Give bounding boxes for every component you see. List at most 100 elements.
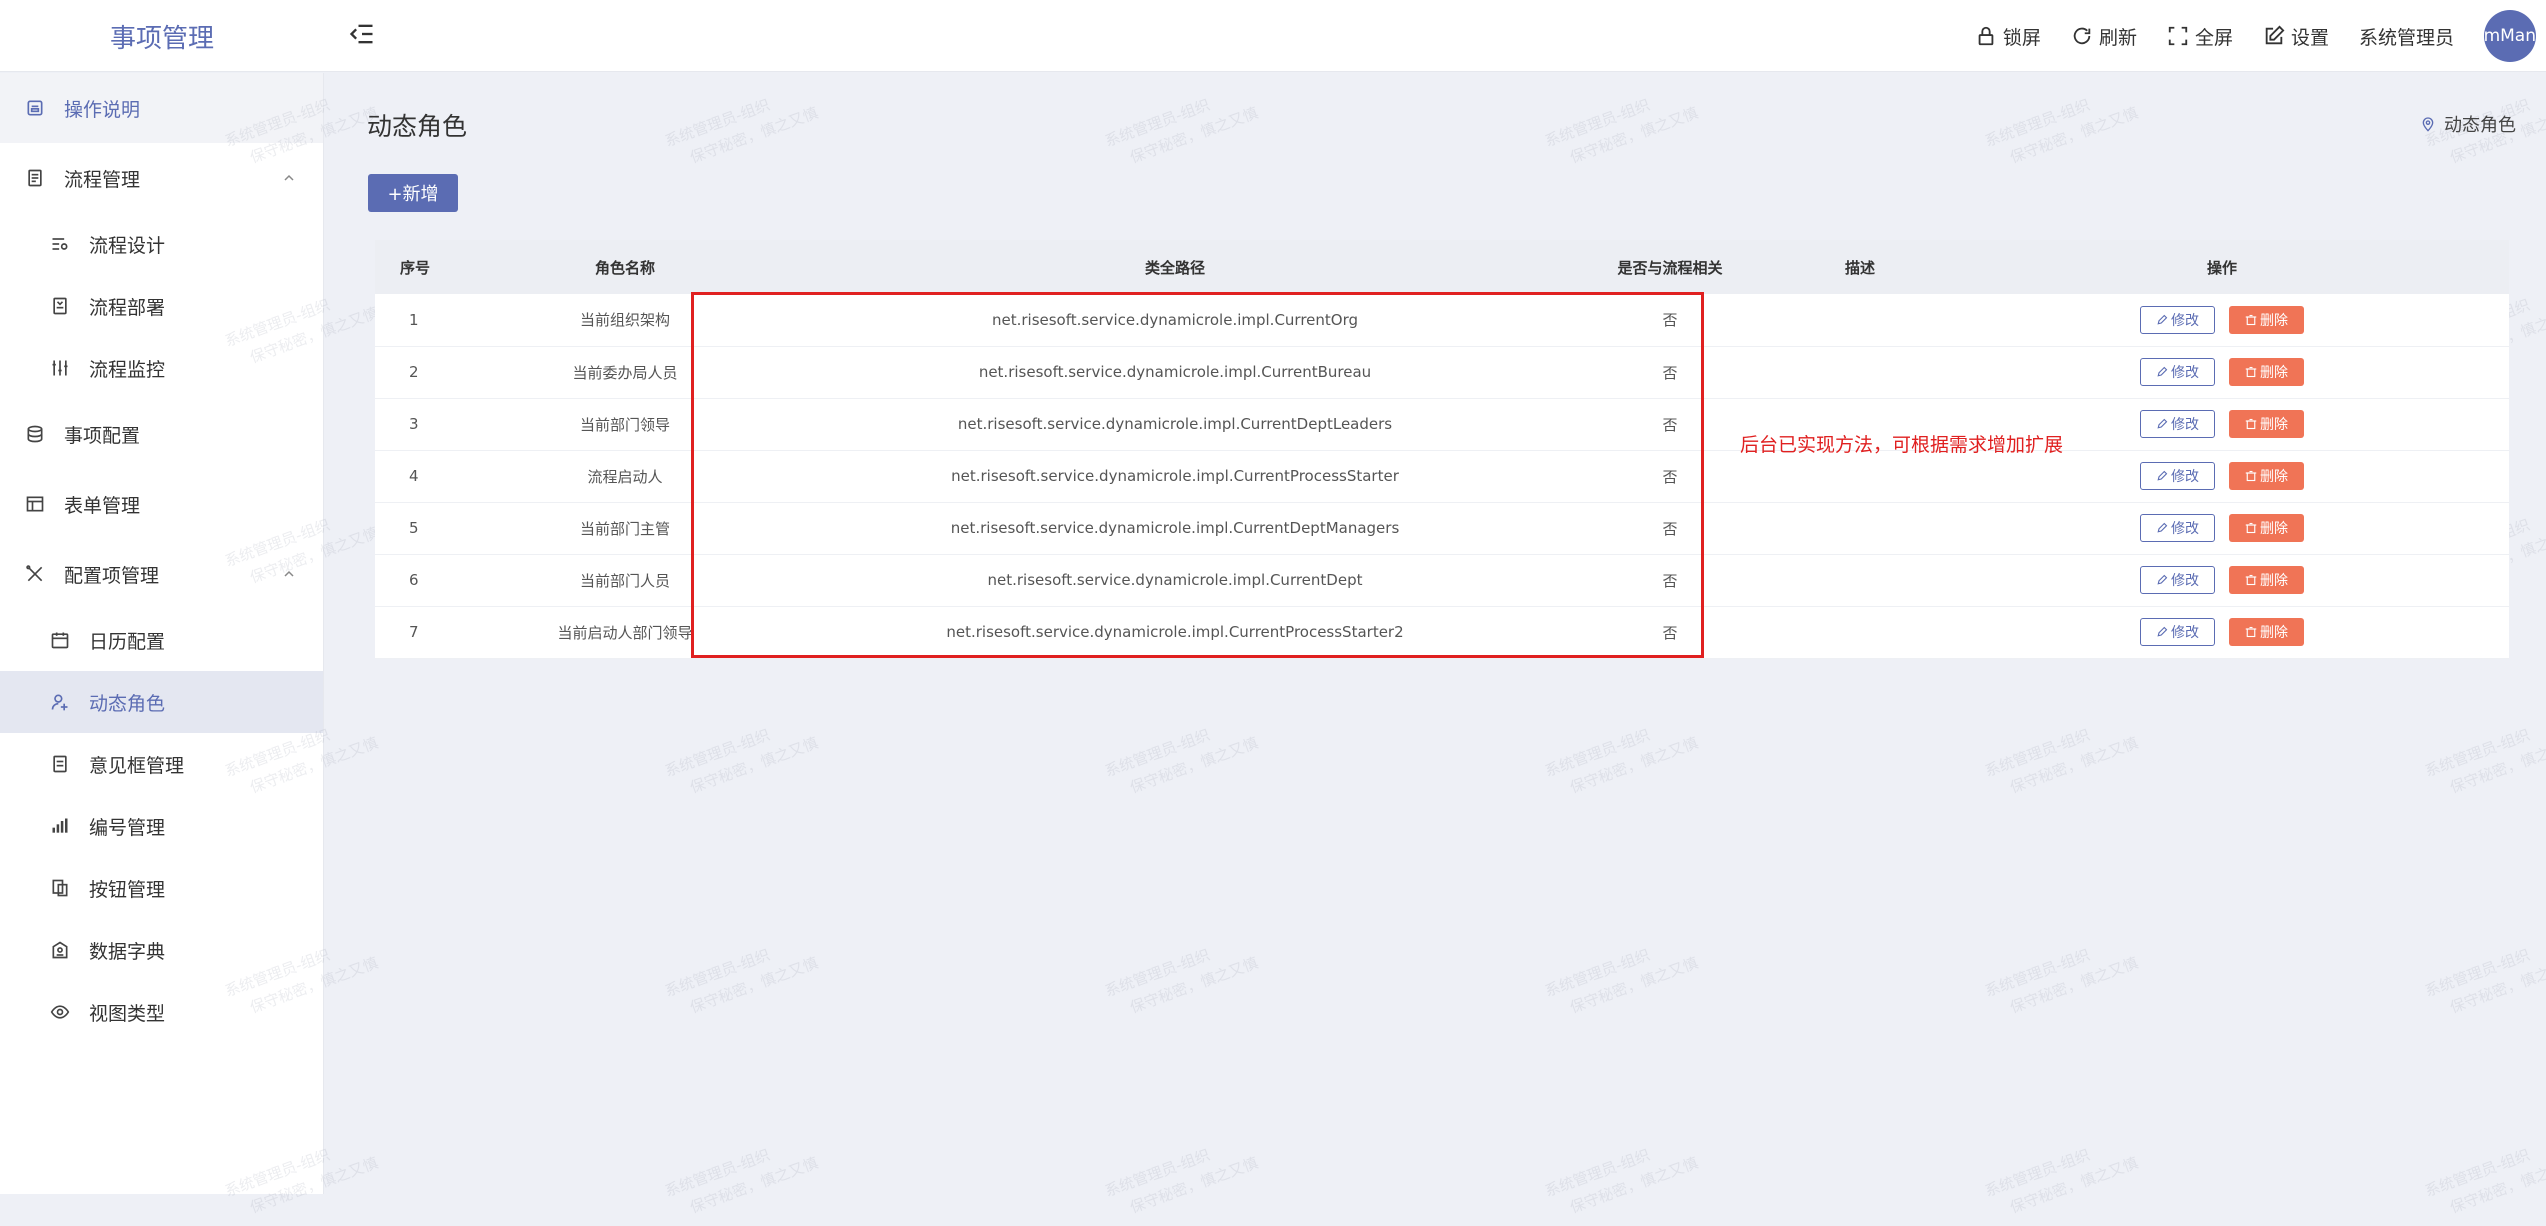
chevron-up-icon: [284, 174, 294, 181]
watermark-line: 系统管理员-组织: [1542, 945, 1653, 1001]
sidebar-item-button-management[interactable]: 按钮管理: [0, 857, 323, 919]
edit-label: 修改: [2171, 365, 2199, 381]
clipboard-icon: [24, 167, 46, 189]
sidebar-item-process-design[interactable]: 流程设计: [0, 213, 323, 275]
watermark-line: 保守秘密，慎之又慎: [2007, 1153, 2141, 1217]
watermark-line: 系统管理员-组织: [1542, 725, 1653, 781]
table-header-row: 序号 角色名称 类全路径 是否与流程相关 描述 操作: [375, 240, 2509, 294]
sidebar-item-process-deploy[interactable]: 流程部署: [0, 275, 323, 337]
watermark-text: 系统管理员-组织保守秘密，慎之又慎: [2421, 1128, 2546, 1225]
page-title: 动态角色: [367, 112, 468, 141]
delete-button[interactable]: 删除: [2229, 514, 2304, 542]
cell-no: 6: [409, 571, 419, 589]
edit-button[interactable]: 修改: [2140, 305, 2215, 334]
cell-role-name: 当前部门领导: [579, 415, 670, 434]
refresh-button[interactable]: 刷新: [2071, 23, 2137, 50]
fullscreen-button[interactable]: 全屏: [2167, 23, 2233, 50]
watermark-line: 保守秘密，慎之又慎: [2007, 953, 2141, 1017]
annotation-note: 后台已实现方法，可根据需求增加扩展: [1740, 434, 2064, 456]
trash-icon: [2245, 366, 2257, 378]
pencil-icon: [2157, 522, 2168, 533]
sidebar-item-opinion-box[interactable]: 意见框管理: [0, 733, 323, 795]
bar-chart-icon: [49, 815, 71, 837]
cell-class-path: net.risesoft.service.dynamicrole.impl.Cu…: [946, 623, 1404, 641]
watermark-text: 系统管理员-组织保守秘密，慎之又慎: [1981, 78, 2141, 175]
cell-description: [1785, 450, 1935, 502]
sidebar-item-config-management[interactable]: 配置项管理: [0, 539, 323, 609]
sidebar-item-matter-config[interactable]: 事项配置: [0, 399, 323, 469]
refresh-label: 刷新: [2098, 26, 2137, 49]
sidebar-item-view-type[interactable]: 视图类型: [0, 981, 323, 1043]
column-header-class-path: 类全路径: [1144, 258, 1205, 277]
trash-icon: [2245, 574, 2257, 586]
delete-button[interactable]: 删除: [2229, 305, 2304, 334]
delete-label: 删除: [2260, 625, 2288, 641]
cell-description: [1785, 294, 1935, 346]
cell-actions: 修改 删除: [1935, 346, 2509, 398]
edit-button[interactable]: 修改: [2140, 410, 2215, 438]
header-actions: 锁屏 刷新 全屏 设置 系统管理员 SystemMan: [1975, 0, 2546, 72]
cell-actions: 修改 删除: [1935, 554, 2509, 606]
delete-button[interactable]: 删除: [2229, 462, 2304, 490]
table-icon: [24, 493, 46, 515]
monitor-icon: [49, 357, 71, 379]
table-row: 5 当前部门主管 net.risesoft.service.dynamicrole.…: [375, 502, 2509, 554]
edit-button[interactable]: 修改: [2140, 358, 2215, 386]
calendar-icon: [49, 629, 71, 651]
watermark-line: 系统管理员-组织: [2422, 725, 2533, 781]
watermark-line: 系统管理员-组织: [1982, 725, 2093, 781]
sidebar-item-label: 事项配置: [64, 424, 141, 447]
trash-icon: [2245, 470, 2257, 482]
document-icon: [24, 97, 46, 119]
sidebar-item-data-dictionary[interactable]: 数据字典: [0, 919, 323, 981]
edit-button[interactable]: 修改: [2140, 462, 2215, 490]
sidebar-item-number-management[interactable]: 编号管理: [0, 795, 323, 857]
trash-icon: [2245, 418, 2257, 430]
cell-description: [1785, 606, 1935, 658]
delete-button[interactable]: 删除: [2229, 566, 2304, 594]
watermark-text: 系统管理员-组织保守秘密，慎之又慎: [1101, 1128, 1261, 1225]
cell-class-path: net.risesoft.service.dynamicrole.impl.Cu…: [950, 519, 1400, 537]
edit-button[interactable]: 修改: [2140, 618, 2215, 646]
sidebar-item-label: 流程管理: [64, 168, 141, 191]
lock-screen-button[interactable]: 锁屏: [1975, 23, 2041, 50]
sidebar-item-label: 表单管理: [64, 494, 141, 517]
user-name[interactable]: 系统管理员: [2359, 23, 2454, 50]
cell-role-name: 当前启动人部门领导: [557, 623, 693, 642]
watermark-line: 保守秘密，慎之又慎: [2007, 103, 2141, 167]
sidebar-item-label: 动态角色: [89, 692, 166, 715]
watermark-text: 系统管理员-组织保守秘密，慎之又慎: [661, 78, 821, 175]
table-row: 3 当前部门领导 net.risesoft.service.dynamicrole.…: [375, 398, 2509, 450]
trash-icon: [2245, 626, 2257, 638]
sidebar-item-label: 操作说明: [64, 98, 141, 121]
sidebar-item-process-management[interactable]: 流程管理: [0, 143, 323, 213]
sidebar-item-dynamic-role[interactable]: 动态角色: [0, 671, 323, 733]
edit-label: 修改: [2171, 573, 2199, 589]
table-row: 1 当前组织架构 net.risesoft.service.dynamicrole.…: [375, 294, 2509, 346]
delete-button[interactable]: 删除: [2229, 618, 2304, 646]
avatar[interactable]: SystemMan: [2484, 10, 2536, 62]
pencil-icon: [2157, 366, 2168, 377]
delete-button[interactable]: 删除: [2229, 410, 2304, 438]
watermark-line: 保守秘密，慎之又慎: [1127, 733, 1261, 797]
cell-process-related: 否: [1662, 623, 1678, 642]
sidebar-item-calendar-config[interactable]: 日历配置: [0, 609, 323, 671]
settings-button[interactable]: 设置: [2263, 23, 2329, 50]
sidebar-item-instructions[interactable]: 操作说明: [0, 73, 323, 143]
watermark-line: 保守秘密，慎之又慎: [687, 953, 821, 1017]
cell-no: 5: [409, 519, 419, 537]
sidebar-item-form-management[interactable]: 表单管理: [0, 469, 323, 539]
sidebar-item-label: 视图类型: [89, 1002, 166, 1025]
flow-design-icon: [49, 233, 71, 255]
sidebar-item-process-monitor[interactable]: 流程监控: [0, 337, 323, 399]
edit-button[interactable]: 修改: [2140, 566, 2215, 594]
lock-screen-label: 锁屏: [2002, 26, 2041, 49]
book-icon: [49, 939, 71, 961]
settings-label: 设置: [2290, 26, 2329, 49]
collapse-menu-icon[interactable]: [348, 20, 376, 48]
add-button[interactable]: +新增: [368, 174, 458, 212]
delete-button[interactable]: 删除: [2229, 358, 2304, 386]
watermark-line: 系统管理员-组织: [1542, 95, 1653, 151]
edit-button[interactable]: 修改: [2140, 514, 2215, 542]
watermark-text: 系统管理员-组织保守秘密，慎之又慎: [1981, 708, 2141, 805]
